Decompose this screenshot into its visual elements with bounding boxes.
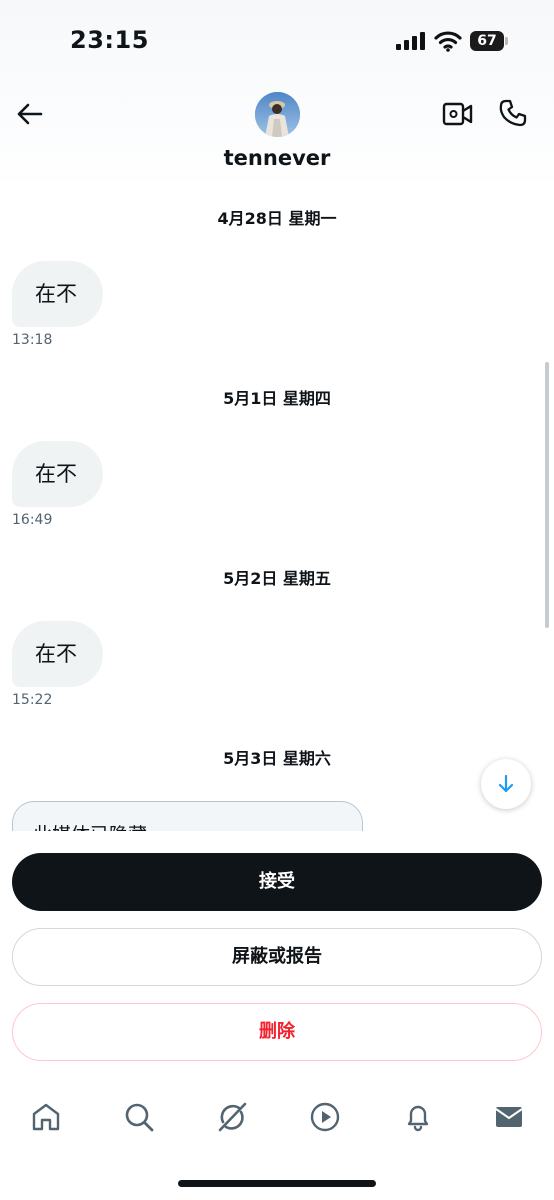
arrow-left-icon xyxy=(17,103,43,125)
home-icon xyxy=(32,1103,60,1131)
avatar-image xyxy=(255,92,300,137)
home-indicator[interactable] xyxy=(178,1180,376,1187)
battery-cap xyxy=(505,37,508,45)
scroll-to-bottom-button[interactable] xyxy=(481,759,531,809)
date-separator: 5月3日 星期六 xyxy=(223,749,331,768)
message-timestamp: 16:49 xyxy=(12,512,53,528)
message-bubble[interactable]: 在不 xyxy=(12,621,103,687)
scrollbar[interactable] xyxy=(545,362,549,628)
tab-notifications[interactable] xyxy=(386,1085,450,1149)
message-bubble[interactable]: 在不 xyxy=(12,261,103,327)
phone-call-button[interactable] xyxy=(496,96,530,130)
video-icon xyxy=(310,1102,340,1132)
delete-button[interactable]: 删除 xyxy=(12,1003,542,1061)
accept-button[interactable]: 接受 xyxy=(12,853,542,911)
avatar[interactable] xyxy=(255,92,300,137)
date-separator: 4月28日 星期一 xyxy=(217,209,337,228)
messages-icon xyxy=(495,1107,523,1127)
date-separator: 5月2日 星期五 xyxy=(223,569,331,588)
phone-icon xyxy=(499,99,527,127)
tab-video[interactable] xyxy=(293,1085,357,1149)
bottom-tab-bar xyxy=(0,1085,554,1149)
message-bubble[interactable]: 在不 xyxy=(12,441,103,507)
video-call-button[interactable] xyxy=(442,98,474,130)
battery-level: 67 xyxy=(470,31,504,51)
conversation-username[interactable]: tennever xyxy=(0,146,554,170)
grok-icon xyxy=(218,1102,247,1132)
arrow-down-icon xyxy=(498,774,514,793)
back-button[interactable] xyxy=(12,96,46,132)
status-time: 23:15 xyxy=(70,26,149,54)
block-or-report-button[interactable]: 屏蔽或报告 xyxy=(12,928,542,986)
dm-request-screen: 23:15 67 tennever 4月28日 星期一 在不 13:18 5月1… xyxy=(0,0,554,1200)
battery-icon: 67 xyxy=(470,31,508,51)
tab-messages[interactable] xyxy=(477,1085,541,1149)
notifications-icon xyxy=(407,1105,429,1132)
search-icon xyxy=(125,1103,154,1132)
status-bar: 23:15 67 xyxy=(0,0,554,84)
message-timestamp: 13:18 xyxy=(12,332,53,348)
wifi-icon xyxy=(434,31,462,52)
tab-search[interactable] xyxy=(107,1085,171,1149)
signal-icon xyxy=(396,32,425,50)
message-timestamp: 15:22 xyxy=(12,692,53,708)
tab-home[interactable] xyxy=(14,1085,78,1149)
date-separator: 5月1日 星期四 xyxy=(223,389,331,408)
video-camera-icon xyxy=(442,102,473,126)
tab-grok[interactable] xyxy=(200,1085,264,1149)
